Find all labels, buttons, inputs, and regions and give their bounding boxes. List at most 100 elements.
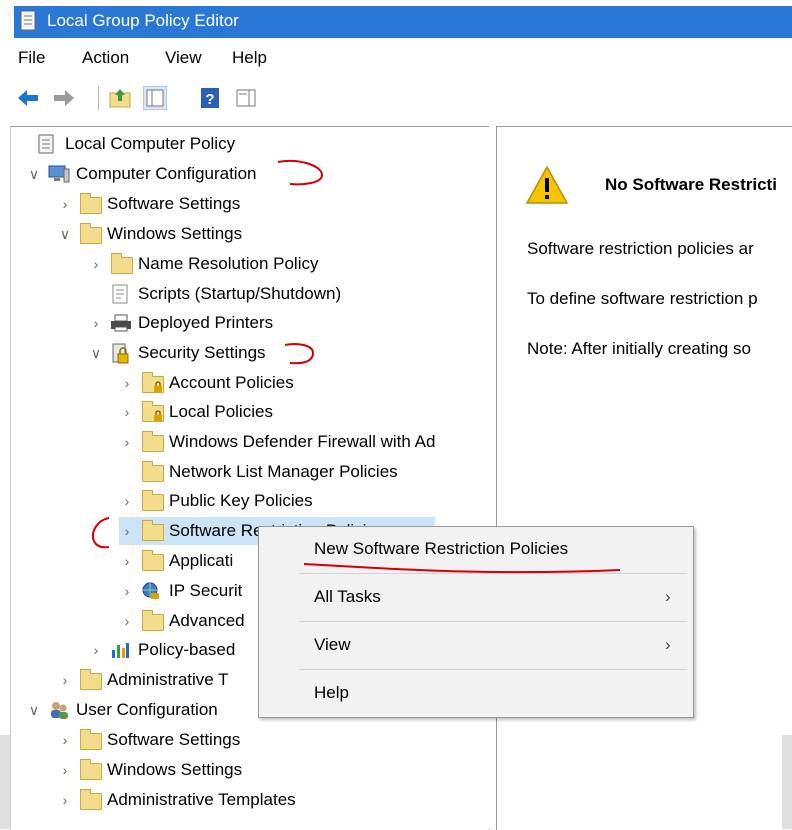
expand-chevron-icon[interactable]: › [119,517,135,545]
context-menu-view[interactable]: View [314,635,351,655]
up-folder-icon[interactable] [108,86,132,110]
context-menu: New Software Restriction Policies All Ta… [258,526,694,718]
collapse-chevron-icon[interactable]: ∨ [88,339,104,367]
expand-chevron-icon[interactable]: › [57,786,73,814]
collapse-chevron-icon[interactable]: ∨ [26,696,42,724]
expand-chevron-icon [119,458,135,486]
tree-node-label: Name Resolution Policy [138,254,319,273]
expand-chevron-icon[interactable]: › [57,726,73,754]
tree-node-label: Security Settings [138,343,266,362]
tree-node-label: Account Policies [169,373,294,392]
details-heading: No Software Restricti [605,175,777,194]
tree-node-label: Computer Configuration [76,164,257,183]
printer-icon [110,313,132,333]
folder-icon [79,789,102,810]
expand-chevron-icon[interactable]: › [57,666,73,694]
menu-file[interactable]: File [18,48,45,68]
expand-chevron-icon[interactable]: › [57,190,73,218]
locked-folder-icon [141,372,164,393]
expand-chevron-icon[interactable]: › [57,756,73,784]
collapse-chevron-icon[interactable]: ∨ [26,160,42,188]
folder-icon [141,550,164,571]
details-pane: No Software Restricti Software restricti… [496,126,792,830]
tree-node-label: Administrative Templates [107,790,296,809]
tree-node-label: Local Policies [169,402,273,421]
expand-chevron-icon [15,130,31,158]
folder-icon [141,431,164,452]
details-line-2: To define software restriction p [527,289,758,308]
details-line-3: Note: After initially creating so [527,339,751,358]
tree-node-label: Local Computer Policy [65,134,236,153]
policy-doc-icon [37,134,59,154]
security-icon [110,343,132,364]
context-menu-separator [299,669,687,670]
folder-icon [79,193,102,214]
svg-text:?: ? [205,91,214,108]
tree-node-label: Windows Settings [107,224,243,243]
policy-editor-icon [20,10,36,31]
expand-chevron-icon[interactable]: › [119,369,135,397]
expand-chevron-icon[interactable]: › [119,398,135,426]
menu-help[interactable]: Help [232,48,267,68]
context-menu-all-tasks[interactable]: All Tasks [314,587,381,607]
tree-node-label: Advanced [169,611,245,630]
expand-chevron-icon[interactable]: › [119,547,135,575]
tree-node-label: Administrative T [107,670,229,689]
context-menu-help[interactable]: Help [314,683,349,703]
folder-icon [141,461,164,482]
folder-icon [141,490,164,511]
show-action-pane-icon[interactable] [234,86,258,110]
tree-node-label: Applicati [169,551,234,570]
background-right [782,735,792,829]
tree-node-label: User Configuration [76,700,218,719]
title-bar: Local Group Policy Editor [0,0,792,40]
folder-icon [141,610,164,631]
forward-arrow-icon[interactable] [52,86,76,110]
expand-chevron-icon [88,280,104,308]
menu-action[interactable]: Action [82,48,129,68]
submenu-arrow-icon: › [665,587,671,606]
computer-icon [48,164,70,184]
menu-view[interactable]: View [165,48,202,68]
users-icon [48,700,70,720]
show-hide-tree-icon[interactable] [143,86,167,110]
window-title: Local Group Policy Editor [47,11,239,30]
tree-node-label: Policy-based [138,640,236,659]
folder-icon [79,669,102,690]
folder-icon [110,253,133,274]
chart-icon [110,640,132,660]
tree-node-label: Software Settings [107,730,241,749]
expand-chevron-icon[interactable]: › [88,636,104,664]
toolbar-separator [98,86,99,110]
details-line-1: Software restriction policies ar [527,239,754,258]
tree-node-label: Deployed Printers [138,313,274,332]
submenu-arrow-icon: › [665,635,671,654]
tree-node-label: Software Settings [107,194,241,213]
back-arrow-icon[interactable] [16,86,40,110]
expand-chevron-icon[interactable]: › [88,250,104,278]
warning-icon [525,165,569,204]
folder-icon [79,759,102,780]
expand-chevron-icon[interactable]: › [119,607,135,635]
folder-icon [141,520,164,541]
tree-node-label: Network List Manager Policies [169,462,398,481]
ip-security-icon [141,581,163,601]
tree-node-label: Windows Settings [107,760,243,779]
expand-chevron-icon[interactable]: › [88,309,104,337]
tree-node-label: Windows Defender Firewall with Ad [169,432,436,451]
tree-node-label: Public Key Policies [169,491,313,510]
locked-folder-icon [141,401,164,422]
context-menu-separator [299,621,687,622]
folder-icon [79,729,102,750]
expand-chevron-icon[interactable]: › [119,487,135,515]
script-icon [110,284,132,304]
context-menu-new-policies[interactable]: New Software Restriction Policies [314,539,568,559]
tree-node-label: Scripts (Startup/Shutdown) [138,284,342,303]
expand-chevron-icon[interactable]: › [119,577,135,605]
context-menu-separator [299,573,687,574]
help-icon[interactable]: ? [198,86,222,110]
background-left [0,735,10,829]
folder-icon [79,223,102,244]
collapse-chevron-icon[interactable]: ∨ [57,220,73,248]
expand-chevron-icon[interactable]: › [119,428,135,456]
